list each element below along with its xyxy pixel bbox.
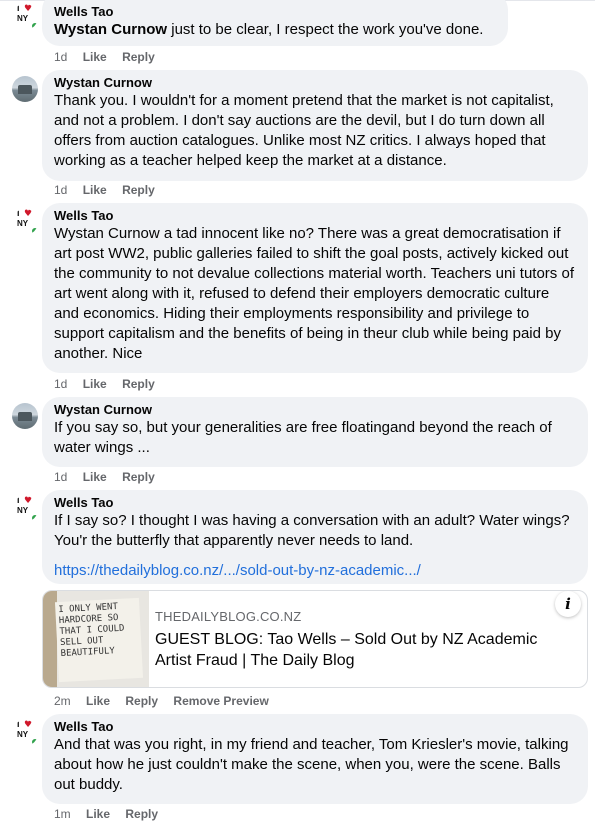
comment-bubble: Wells Tao And that was you right, in my … xyxy=(42,714,588,804)
thumbnail-sign: I ONLY WENT HARDCORE SO THAT I COULD SEL… xyxy=(54,597,144,683)
comment-author[interactable]: Wells Tao xyxy=(54,4,496,20)
avatar-wystan-curnow[interactable] xyxy=(12,76,38,102)
comment-time[interactable]: 1d xyxy=(54,377,67,391)
comment-actions: 2m Like Reply Remove Preview xyxy=(54,693,281,709)
comment-time[interactable]: 1d xyxy=(54,50,67,64)
heart-icon: ♥ xyxy=(24,209,33,219)
remove-preview-button[interactable]: Remove Preview xyxy=(173,694,268,708)
mention-link[interactable]: Wystan Curnow xyxy=(54,21,167,38)
like-button[interactable]: Like xyxy=(86,807,110,821)
comment-actions: 1d Like Reply xyxy=(54,182,167,198)
like-button[interactable]: Like xyxy=(86,694,110,708)
reply-button[interactable]: Reply xyxy=(125,807,158,821)
comment-author[interactable]: Wells Tao xyxy=(54,495,576,511)
like-button[interactable]: Like xyxy=(83,470,107,484)
avatar-wells-tao[interactable]: I ♥ NY xyxy=(12,496,38,522)
comment-time[interactable]: 1d xyxy=(54,183,67,197)
heart-icon: ♥ xyxy=(24,720,33,730)
link-preview-card[interactable]: I ONLY WENT HARDCORE SO THAT I COULD SEL… xyxy=(42,590,588,688)
comment-time[interactable]: 2m xyxy=(54,694,71,708)
avatar-wells-tao[interactable]: I ♥ NY xyxy=(12,209,38,235)
reply-button[interactable]: Reply xyxy=(122,183,155,197)
preview-title[interactable]: GUEST BLOG: Tao Wells – Sold Out by NZ A… xyxy=(155,629,565,671)
comment-text: Thank you. I wouldn't for a moment prete… xyxy=(54,92,554,169)
comment-actions: 1d Like Reply xyxy=(54,376,167,392)
like-button[interactable]: Like xyxy=(83,377,107,391)
comment-actions: 1m Like Reply xyxy=(54,806,170,822)
online-status-icon xyxy=(31,514,38,522)
like-button[interactable]: Like xyxy=(83,50,107,64)
comment-text: If I say so? I thought I was having a co… xyxy=(54,512,570,549)
comment-bubble: Wells Tao Wystan Curnow just to be clear… xyxy=(42,0,508,46)
comment-text: Wystan Curnow a tad innocent like no? Th… xyxy=(54,225,574,362)
comment-author[interactable]: Wystan Curnow xyxy=(54,402,576,418)
online-status-icon xyxy=(31,738,38,746)
reply-button[interactable]: Reply xyxy=(122,50,155,64)
comment-actions: 1d Like Reply xyxy=(54,49,167,65)
comment-text: And that was you right, in my friend and… xyxy=(54,736,569,793)
comment-author[interactable]: Wells Tao xyxy=(54,719,576,735)
avatar-wells-tao[interactable]: I ♥ NY xyxy=(12,720,38,746)
comment-author[interactable]: Wystan Curnow xyxy=(54,75,576,91)
avatar-wells-tao[interactable]: I ♥ NY xyxy=(12,4,38,30)
avatar-wystan-curnow[interactable] xyxy=(12,403,38,429)
heart-icon: ♥ xyxy=(24,496,33,506)
comment-time[interactable]: 1m xyxy=(54,807,71,821)
building-icon xyxy=(18,412,32,421)
reply-button[interactable]: Reply xyxy=(125,694,158,708)
like-button[interactable]: Like xyxy=(83,183,107,197)
comment-text: Wystan Curnow just to be clear, I respec… xyxy=(54,21,484,38)
comment-author[interactable]: Wells Tao xyxy=(54,208,576,224)
comment-time[interactable]: 1d xyxy=(54,470,67,484)
comment-text: If you say so, but your generalities are… xyxy=(54,419,552,456)
preview-thumbnail[interactable]: I ONLY WENT HARDCORE SO THAT I COULD SEL… xyxy=(43,591,149,687)
comment-bubble: Wystan Curnow If you say so, but your ge… xyxy=(42,397,588,467)
heart-icon: ♥ xyxy=(24,4,33,14)
online-status-icon xyxy=(31,22,38,30)
reply-button[interactable]: Reply xyxy=(122,377,155,391)
preview-site: THEDAILYBLOG.CO.NZ xyxy=(155,609,302,624)
comment-actions: 1d Like Reply xyxy=(54,469,167,485)
online-status-icon xyxy=(31,227,38,235)
info-icon[interactable]: i xyxy=(555,591,581,617)
shared-link[interactable]: https://thedailyblog.co.nz/.../sold-out-… xyxy=(54,561,576,581)
building-icon xyxy=(18,85,32,94)
comment-bubble: Wells Tao Wystan Curnow a tad innocent l… xyxy=(42,203,588,373)
comment-bubble: Wystan Curnow Thank you. I wouldn't for … xyxy=(42,70,588,181)
reply-button[interactable]: Reply xyxy=(122,470,155,484)
comment-bubble: Wells Tao If I say so? I thought I was h… xyxy=(42,490,588,584)
